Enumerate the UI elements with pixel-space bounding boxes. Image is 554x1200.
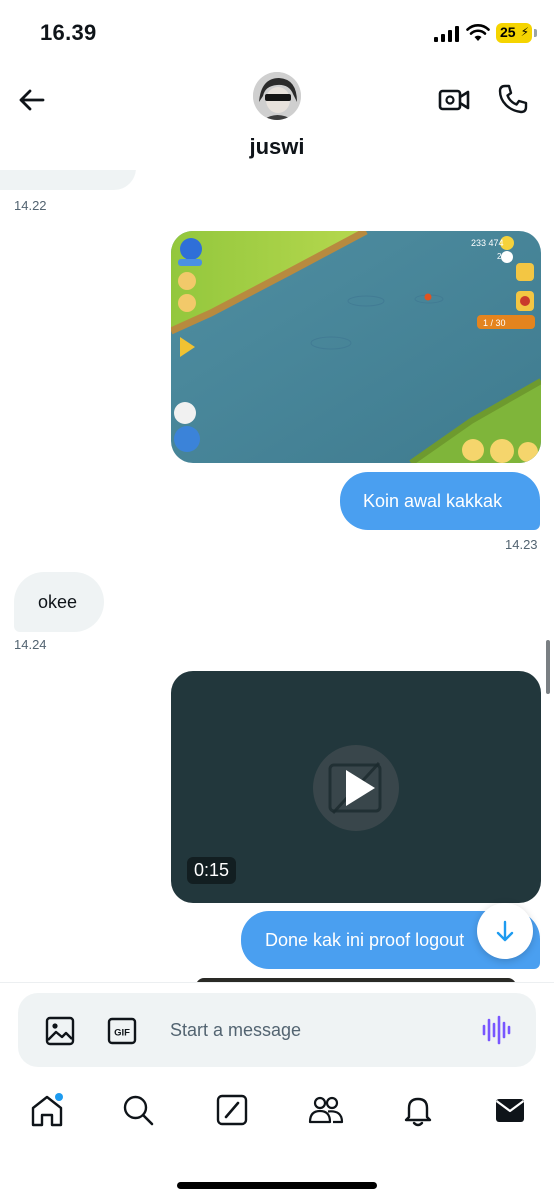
- bell-icon: [404, 1097, 432, 1127]
- bottom-navigation: [0, 1078, 554, 1200]
- back-button[interactable]: [14, 82, 50, 118]
- search-icon: [123, 1095, 154, 1126]
- image-icon: [45, 1016, 75, 1046]
- outgoing-message-bubble[interactable]: Koin awal kakkak: [340, 472, 540, 530]
- gif-icon: GIF: [107, 1017, 137, 1045]
- image-message[interactable]: 233 474 2 1 / 30: [171, 231, 541, 463]
- contact-avatar[interactable]: [253, 72, 301, 120]
- message-text: okee: [38, 592, 78, 612]
- game-screenshot: 233 474 2 1 / 30: [171, 231, 541, 463]
- play-icon: [328, 761, 382, 815]
- play-button[interactable]: [313, 745, 399, 831]
- communities-icon: [308, 1096, 344, 1124]
- message-text: Done kak ini proof logout: [265, 930, 465, 950]
- video-duration: 0:15: [187, 857, 237, 884]
- voice-call-button[interactable]: [496, 82, 530, 116]
- message-text: Koin awal kakkak: [363, 491, 503, 511]
- voice-message-button[interactable]: [478, 1013, 512, 1047]
- battery-level: 25: [500, 24, 516, 40]
- avatar-image: [253, 72, 301, 120]
- diamond-count: 2: [497, 252, 502, 261]
- video-message[interactable]: 0:15: [171, 671, 541, 903]
- coin-count: 233 474: [471, 238, 504, 248]
- composer-bar: GIF: [0, 982, 554, 1078]
- nav-notifications[interactable]: [398, 1090, 438, 1130]
- envelope-icon: [495, 1099, 525, 1122]
- cellular-signal-icon: [434, 26, 459, 42]
- gif-button[interactable]: GIF: [106, 1015, 138, 1047]
- nav-search[interactable]: [118, 1090, 158, 1130]
- nav-messages[interactable]: [490, 1090, 530, 1130]
- message-timestamp: 14.23: [505, 537, 538, 552]
- video-camera-icon: [438, 89, 470, 111]
- contact-name[interactable]: juswi: [0, 134, 554, 160]
- message-timestamp: 14.22: [14, 198, 47, 213]
- phone-icon: [498, 84, 528, 114]
- charging-bolt-icon: ⚡: [520, 25, 529, 39]
- message-composer: GIF: [18, 993, 536, 1067]
- nav-grok[interactable]: [212, 1090, 252, 1130]
- scroll-to-bottom-button[interactable]: [477, 903, 533, 959]
- message-timestamp: 14.24: [14, 637, 47, 652]
- gif-label: GIF: [114, 1028, 130, 1039]
- video-call-button[interactable]: [436, 82, 472, 118]
- progress-counter: 1 / 30: [483, 318, 506, 328]
- status-time: 16.39: [40, 20, 97, 45]
- status-bar: 16.39 25 ⚡: [0, 0, 554, 64]
- nav-communities[interactable]: [306, 1090, 346, 1130]
- arrow-down-icon: [496, 920, 514, 942]
- arrow-left-icon: [19, 89, 45, 111]
- add-media-button[interactable]: [44, 1015, 76, 1047]
- nav-home[interactable]: [27, 1090, 67, 1130]
- home-icon: [31, 1093, 63, 1127]
- battery-cap: [534, 29, 537, 37]
- home-indicator[interactable]: [177, 1182, 377, 1189]
- chat-header: juswi: [0, 64, 554, 170]
- incoming-message-bubble[interactable]: [0, 170, 136, 190]
- message-list[interactable]: 14.22 233 474 2 1 / 30 Koin awal kakkak …: [0, 170, 554, 982]
- incoming-message-bubble[interactable]: okee: [14, 572, 104, 632]
- voice-waveform-icon: [482, 1015, 511, 1045]
- scrollbar[interactable]: [546, 640, 550, 694]
- message-input[interactable]: [170, 1013, 460, 1047]
- grok-icon: [216, 1094, 248, 1126]
- wifi-icon: [466, 24, 490, 41]
- battery-indicator: 25 ⚡: [496, 23, 532, 43]
